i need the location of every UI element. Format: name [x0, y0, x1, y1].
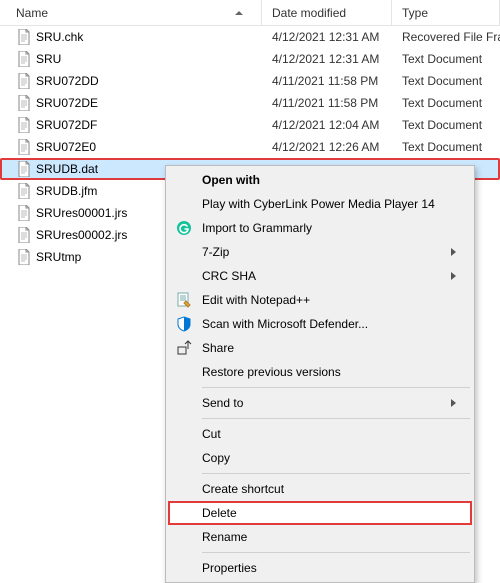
column-header-date-label: Date modified [272, 6, 346, 20]
chevron-right-icon [451, 399, 456, 407]
chevron-right-icon [451, 248, 456, 256]
menu-label: Create shortcut [202, 482, 284, 496]
share-icon [176, 340, 192, 356]
menu-scan-defender[interactable]: Scan with Microsoft Defender... [168, 312, 472, 336]
menu-cut[interactable]: Cut [168, 422, 472, 446]
column-header-name[interactable]: Name [16, 0, 262, 25]
menu-rename[interactable]: Rename [168, 525, 472, 549]
grammarly-icon [176, 220, 192, 236]
file-icon [16, 249, 32, 265]
file-date: 4/12/2021 12:31 AM [262, 52, 392, 66]
file-type: Text Document [392, 74, 500, 88]
file-row[interactable]: SRU072DD 4/11/2021 11:58 PM Text Documen… [0, 70, 500, 92]
menu-play-cyberlink[interactable]: Play with CyberLink Power Media Player 1… [168, 192, 472, 216]
file-name: SRU072DE [36, 96, 98, 110]
file-icon [16, 227, 32, 243]
menu-create-shortcut[interactable]: Create shortcut [168, 477, 472, 501]
file-name: SRUres00001.jrs [36, 206, 127, 220]
menu-properties[interactable]: Properties [168, 556, 472, 580]
menu-label: Import to Grammarly [202, 221, 312, 235]
menu-label: Cut [202, 427, 221, 441]
file-name: SRUtmp [36, 250, 81, 264]
menu-separator [202, 473, 470, 474]
menu-open-with[interactable]: Open with [168, 168, 472, 192]
file-row[interactable]: SRU 4/12/2021 12:31 AM Text Document [0, 48, 500, 70]
menu-label: Edit with Notepad++ [202, 293, 310, 307]
file-name: SRU072E0 [36, 140, 96, 154]
file-icon [16, 139, 32, 155]
column-header-name-label: Name [16, 6, 48, 20]
file-date: 4/12/2021 12:26 AM [262, 140, 392, 154]
file-type: Text Document [392, 52, 500, 66]
file-name: SRU072DD [36, 74, 99, 88]
file-type: Text Document [392, 118, 500, 132]
menu-label: Play with CyberLink Power Media Player 1… [202, 197, 435, 211]
menu-copy[interactable]: Copy [168, 446, 472, 470]
sort-ascending-icon [235, 11, 243, 15]
menu-label: Delete [202, 506, 237, 520]
file-name: SRU [36, 52, 61, 66]
file-date: 4/11/2021 11:58 PM [262, 96, 392, 110]
menu-label: Rename [202, 530, 247, 544]
defender-shield-icon [176, 316, 192, 332]
file-type: Recovered File Fragments [392, 30, 500, 44]
notepad-icon [176, 292, 192, 308]
column-header-row: Name Date modified Type [0, 0, 500, 26]
menu-restore-versions[interactable]: Restore previous versions [168, 360, 472, 384]
file-name: SRU072DF [36, 118, 97, 132]
menu-edit-notepad[interactable]: Edit with Notepad++ [168, 288, 472, 312]
file-icon [16, 29, 32, 45]
file-date: 4/11/2021 11:58 PM [262, 74, 392, 88]
menu-send-to[interactable]: Send to [168, 391, 472, 415]
menu-label: Copy [202, 451, 230, 465]
file-icon [16, 161, 32, 177]
menu-delete[interactable]: Delete [168, 501, 472, 525]
column-header-type[interactable]: Type [392, 0, 500, 25]
menu-share[interactable]: Share [168, 336, 472, 360]
column-header-type-label: Type [402, 6, 428, 20]
menu-label: CRC SHA [202, 269, 256, 283]
menu-crc-sha[interactable]: CRC SHA [168, 264, 472, 288]
file-icon [16, 95, 32, 111]
menu-label: Restore previous versions [202, 365, 341, 379]
file-icon [16, 117, 32, 133]
menu-label: Properties [202, 561, 257, 575]
file-row[interactable]: SRU072E0 4/12/2021 12:26 AM Text Documen… [0, 136, 500, 158]
file-name: SRUDB.dat [36, 162, 98, 176]
file-icon [16, 73, 32, 89]
file-type: Text Document [392, 96, 500, 110]
chevron-right-icon [451, 272, 456, 280]
column-header-date[interactable]: Date modified [262, 0, 392, 25]
file-row[interactable]: SRU.chk 4/12/2021 12:31 AM Recovered Fil… [0, 26, 500, 48]
menu-separator [202, 387, 470, 388]
menu-label: Share [202, 341, 234, 355]
menu-label: 7-Zip [202, 245, 229, 259]
file-date: 4/12/2021 12:31 AM [262, 30, 392, 44]
menu-7zip[interactable]: 7-Zip [168, 240, 472, 264]
menu-import-grammarly[interactable]: Import to Grammarly [168, 216, 472, 240]
menu-label: Open with [202, 173, 260, 187]
menu-label: Scan with Microsoft Defender... [202, 317, 368, 331]
file-icon [16, 205, 32, 221]
context-menu: Open with Play with CyberLink Power Medi… [165, 165, 475, 583]
file-row[interactable]: SRU072DF 4/12/2021 12:04 AM Text Documen… [0, 114, 500, 136]
menu-label: Send to [202, 396, 243, 410]
file-name: SRUDB.jfm [36, 184, 97, 198]
file-icon [16, 183, 32, 199]
file-icon [16, 51, 32, 67]
file-type: Text Document [392, 140, 500, 154]
menu-separator [202, 418, 470, 419]
menu-separator [202, 552, 470, 553]
file-name: SRUres00002.jrs [36, 228, 127, 242]
file-date: 4/12/2021 12:04 AM [262, 118, 392, 132]
file-name: SRU.chk [36, 30, 83, 44]
file-row[interactable]: SRU072DE 4/11/2021 11:58 PM Text Documen… [0, 92, 500, 114]
